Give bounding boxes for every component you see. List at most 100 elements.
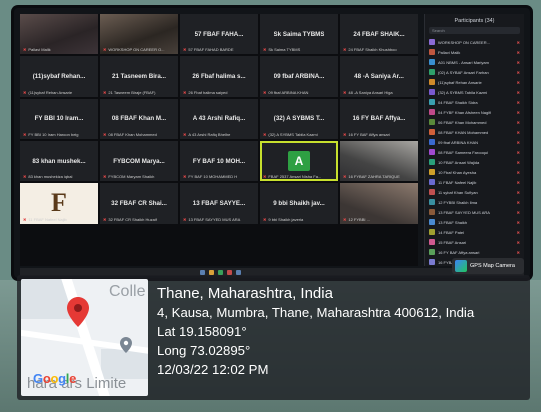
map-label-top: Colle <box>109 283 146 300</box>
participant-list-name: 09 fbaf ARBINA KHAN <box>438 139 479 145</box>
participant-list-item[interactable]: 15 FBAF Ansari ✖ <box>425 237 524 247</box>
muted-mic-icon: ✖ <box>23 47 27 53</box>
participant-name-label: ✖ FY BBI 10 Iram Haroon beig <box>23 132 96 137</box>
participant-video-tile[interactable]: 09 fbaf ARBINA... ✖ 09 fbaf ARBINA KHAN <box>260 56 338 97</box>
participant-video-tile[interactable]: ✖ 16 FYBAF ZAHRA TARIQUE <box>340 140 418 182</box>
participant-video-tile[interactable]: ✖ WORKSHOP ON CAREER O... <box>100 14 178 55</box>
taskbar-zoom-icon[interactable] <box>236 269 241 275</box>
participant-video-tile[interactable]: 21 Tasneem Bira... ✖ 21 Tasneem Biraje (FB… <box>100 56 178 97</box>
participant-video-tile[interactable]: 13 FBAF SAYYE... ✖ 13 FBAF SAYYED MUS ARA <box>180 183 258 224</box>
participant-avatar-icon <box>429 99 435 105</box>
participant-video-tile[interactable]: (32) A SYBMS T... ✖ (32) A SYBMS Tabila Ka… <box>260 98 338 139</box>
participant-video-tile[interactable]: FY BAF 10 MOH... ✖ FY BAF 10 MOHAMMED H <box>180 140 258 182</box>
taskbar-app-icon[interactable] <box>218 269 223 275</box>
participant-list-item[interactable]: 14 FBAF Patel ✖ <box>425 227 524 237</box>
muted-mic-icon: ✖ <box>516 89 520 95</box>
participant-video-tile[interactable]: Sk Saima TYBMS ✖ Sk Saima TYBMS <box>260 14 338 55</box>
participant-avatar-icon <box>429 169 435 175</box>
participant-video-tile[interactable]: 16 FY BAF Affya... ✖ 16 FY BAF Affya ansar… <box>340 98 418 139</box>
participant-list-item[interactable]: A01 NBMS - Ansari Mariyam ✖ <box>425 57 524 67</box>
participant-avatar-icon <box>429 109 435 115</box>
participant-sub-name: 9 bbi Shaikh javeria <box>268 216 304 222</box>
location-map-thumbnail: Colle hara ars Limite Google <box>21 279 148 396</box>
participant-list-item[interactable]: 13 FBAF Shaikh ✖ <box>425 217 524 227</box>
muted-mic-icon: ✖ <box>343 216 347 222</box>
participant-display-name: 13 FBAF SAYYE... <box>192 199 246 207</box>
muted-mic-icon: ✖ <box>516 249 520 255</box>
participant-avatar-icon <box>429 179 435 185</box>
participant-sub-name: 08 FBAF Khan Mohammed <box>108 131 157 137</box>
participant-list-item[interactable]: 08 FBAF Sameera Farooqui ✖ <box>425 147 524 157</box>
location-address: 4, Kausa, Mumbra, Thane, Maharashtra 400… <box>157 305 475 320</box>
participant-name-label: ✖ 21 Tasneem Biraje (FBAF) <box>103 90 176 95</box>
participant-list-item[interactable]: (11)sybaf Rehan Ansarie ✖ <box>425 77 524 87</box>
participant-list-item[interactable]: (32) A SYBMS Tabila Kazmi ✖ <box>425 87 524 97</box>
participant-list-item[interactable]: 11 FBAF Nafeel Najib ✖ <box>425 177 524 187</box>
muted-mic-icon: ✖ <box>103 174 107 180</box>
participant-video-tile[interactable]: 48 -A Saniya Ar... ✖ 48 -A Saniya Ansari H… <box>340 56 418 97</box>
participant-video-tile[interactable]: 26 Fbaf halima s... ✖ 26 Fbaf halima saiye… <box>180 56 258 97</box>
muted-mic-icon: ✖ <box>263 216 267 222</box>
participant-video-tile[interactable]: ✖ 12 FYBBI ... <box>340 183 418 224</box>
participant-display-name: FY BBI 10 Iram... <box>34 115 84 123</box>
participant-list-item[interactable]: 04 FBAF Shaikh Sidra ✖ <box>425 97 524 107</box>
participant-video-tile[interactable]: 57 FBAF FAHA... ✖ 57 FBAF FAHAD BARDE <box>180 14 258 55</box>
muted-mic-icon: ✖ <box>263 89 267 95</box>
participant-video-tile[interactable]: 9 bbi Shaikh jav... ✖ 9 bbi Shaikh javeria <box>260 183 338 224</box>
participant-list-item[interactable]: (02) A SYBAF Ansari Farhan ✖ <box>425 67 524 77</box>
participant-sub-name: 16 FYBAF ZAHRA TARIQUE <box>348 174 400 180</box>
participant-avatar-icon <box>429 139 435 145</box>
participant-list-item[interactable]: 06 FBAF Khan Mohammed ✖ <box>425 117 524 127</box>
participant-list-item[interactable]: 09 fbaf ARBINA KHAN ✖ <box>425 137 524 147</box>
participant-video-tile[interactable]: 24 FBAF SHAIK... ✖ 24 FBAF Shaikh Khushboo <box>340 14 418 55</box>
participant-display-name: 16 FY BAF Affya... <box>352 115 406 123</box>
participant-list-item[interactable]: 10 Fbaf Khan Ayesha ✖ <box>425 167 524 177</box>
participant-sub-name: 26 Fbaf halima saiyed <box>188 89 228 95</box>
participants-search-input[interactable]: Search <box>429 27 520 34</box>
participant-sub-name: Sk Saima TYBMS <box>268 47 301 53</box>
muted-mic-icon: ✖ <box>23 216 27 222</box>
participant-video-tile[interactable]: A ✖ FBAF 2537 Ansari Nisha Fa... <box>260 140 338 182</box>
participant-avatar: A <box>288 151 310 172</box>
participant-display-name: (11)sybaf Rehan... <box>32 72 86 80</box>
muted-mic-icon: ✖ <box>516 209 520 215</box>
participant-list-item[interactable]: 10 FBAF Ansari Wajida ✖ <box>425 157 524 167</box>
participant-video-tile[interactable]: A 43 Arshi Rafiq... ✖ A 43 Arshi Rafiq Bhe… <box>180 98 258 139</box>
participant-list-name: (32) A SYBMS Tabila Kazmi <box>438 89 488 95</box>
muted-mic-icon: ✖ <box>516 39 520 45</box>
participant-list-item[interactable]: 13 FBAF SAYYED MUS ARA ✖ <box>425 207 524 217</box>
taskbar-app-icon[interactable] <box>200 269 205 275</box>
taskbar-app-icon[interactable] <box>227 269 232 275</box>
participant-sub-name: 16 FY BAF Affya ansari <box>348 131 390 137</box>
participant-list-item[interactable]: 11 sybaf Khan Sufiyan ✖ <box>425 187 524 197</box>
muted-mic-icon: ✖ <box>516 169 520 175</box>
participant-list-item[interactable]: 12 FYBBI Shaikh Ilma ✖ <box>425 197 524 207</box>
gps-camera-logo-icon <box>455 260 467 272</box>
taskbar-folder-icon[interactable] <box>209 269 214 275</box>
participant-list-item[interactable]: Pallavi Malik ✖ <box>425 47 524 57</box>
participant-list-name: 10 Fbaf Khan Ayesha <box>438 169 477 175</box>
participant-avatar-icon <box>429 69 435 75</box>
participant-video-tile[interactable]: ✖ Pallavi Malik <box>20 14 98 55</box>
participant-video-tile[interactable]: 08 FBAF Khan M... ✖ 08 FBAF Khan Mohammed <box>100 98 178 139</box>
participant-list-item[interactable]: WORKSHOP ON CAREER... ✖ <box>425 37 524 47</box>
participant-video-tile[interactable]: 83 khan mushek... ✖ 83 khan mushekiza iqba… <box>20 140 98 182</box>
muted-mic-icon: ✖ <box>516 159 520 165</box>
participant-list-item[interactable]: 16 FY BAF Affya ansari ✖ <box>425 247 524 257</box>
participant-video-tile[interactable]: FY BBI 10 Iram... ✖ FY BBI 10 Iram Haroon … <box>20 98 98 139</box>
muted-mic-icon: ✖ <box>103 89 107 95</box>
participant-list-item[interactable]: 08 FBAF KHAN Mohammed ✖ <box>425 127 524 137</box>
participant-video-tile[interactable]: (11)sybaf Rehan... ✖ (11)sybaf Rehan Ansar… <box>20 56 98 97</box>
participant-list-name: 11 FBAF Nafeel Najib <box>438 179 477 185</box>
muted-mic-icon: ✖ <box>183 89 187 95</box>
participant-list-item[interactable]: 04 FYBF Khan Afsheen Nagifi ✖ <box>425 107 524 117</box>
participant-name-label: ✖ 48 -A Saniya Ansari Higa <box>343 90 416 95</box>
participant-display-name: 21 Tasneem Bira... <box>112 72 166 80</box>
participant-video-tile[interactable]: FYBCOM Marya... ✖ FYBCOM Maryam Shaikh <box>100 140 178 182</box>
gps-badge-label: GPS Map Camera <box>470 263 515 269</box>
participant-video-tile[interactable]: 32 FBAF CR Shai... ✖ 32 FBAF CR Shaikh Huz… <box>100 183 178 224</box>
participant-name-label: ✖ Sk Saima TYBMS <box>263 47 336 52</box>
participant-video-tile[interactable]: F ✖ 11 FBAF Nafeel Najib <box>20 183 98 224</box>
muted-mic-icon: ✖ <box>183 47 187 53</box>
participant-list-name: 04 FBAF Shaikh Sidra <box>438 99 478 105</box>
